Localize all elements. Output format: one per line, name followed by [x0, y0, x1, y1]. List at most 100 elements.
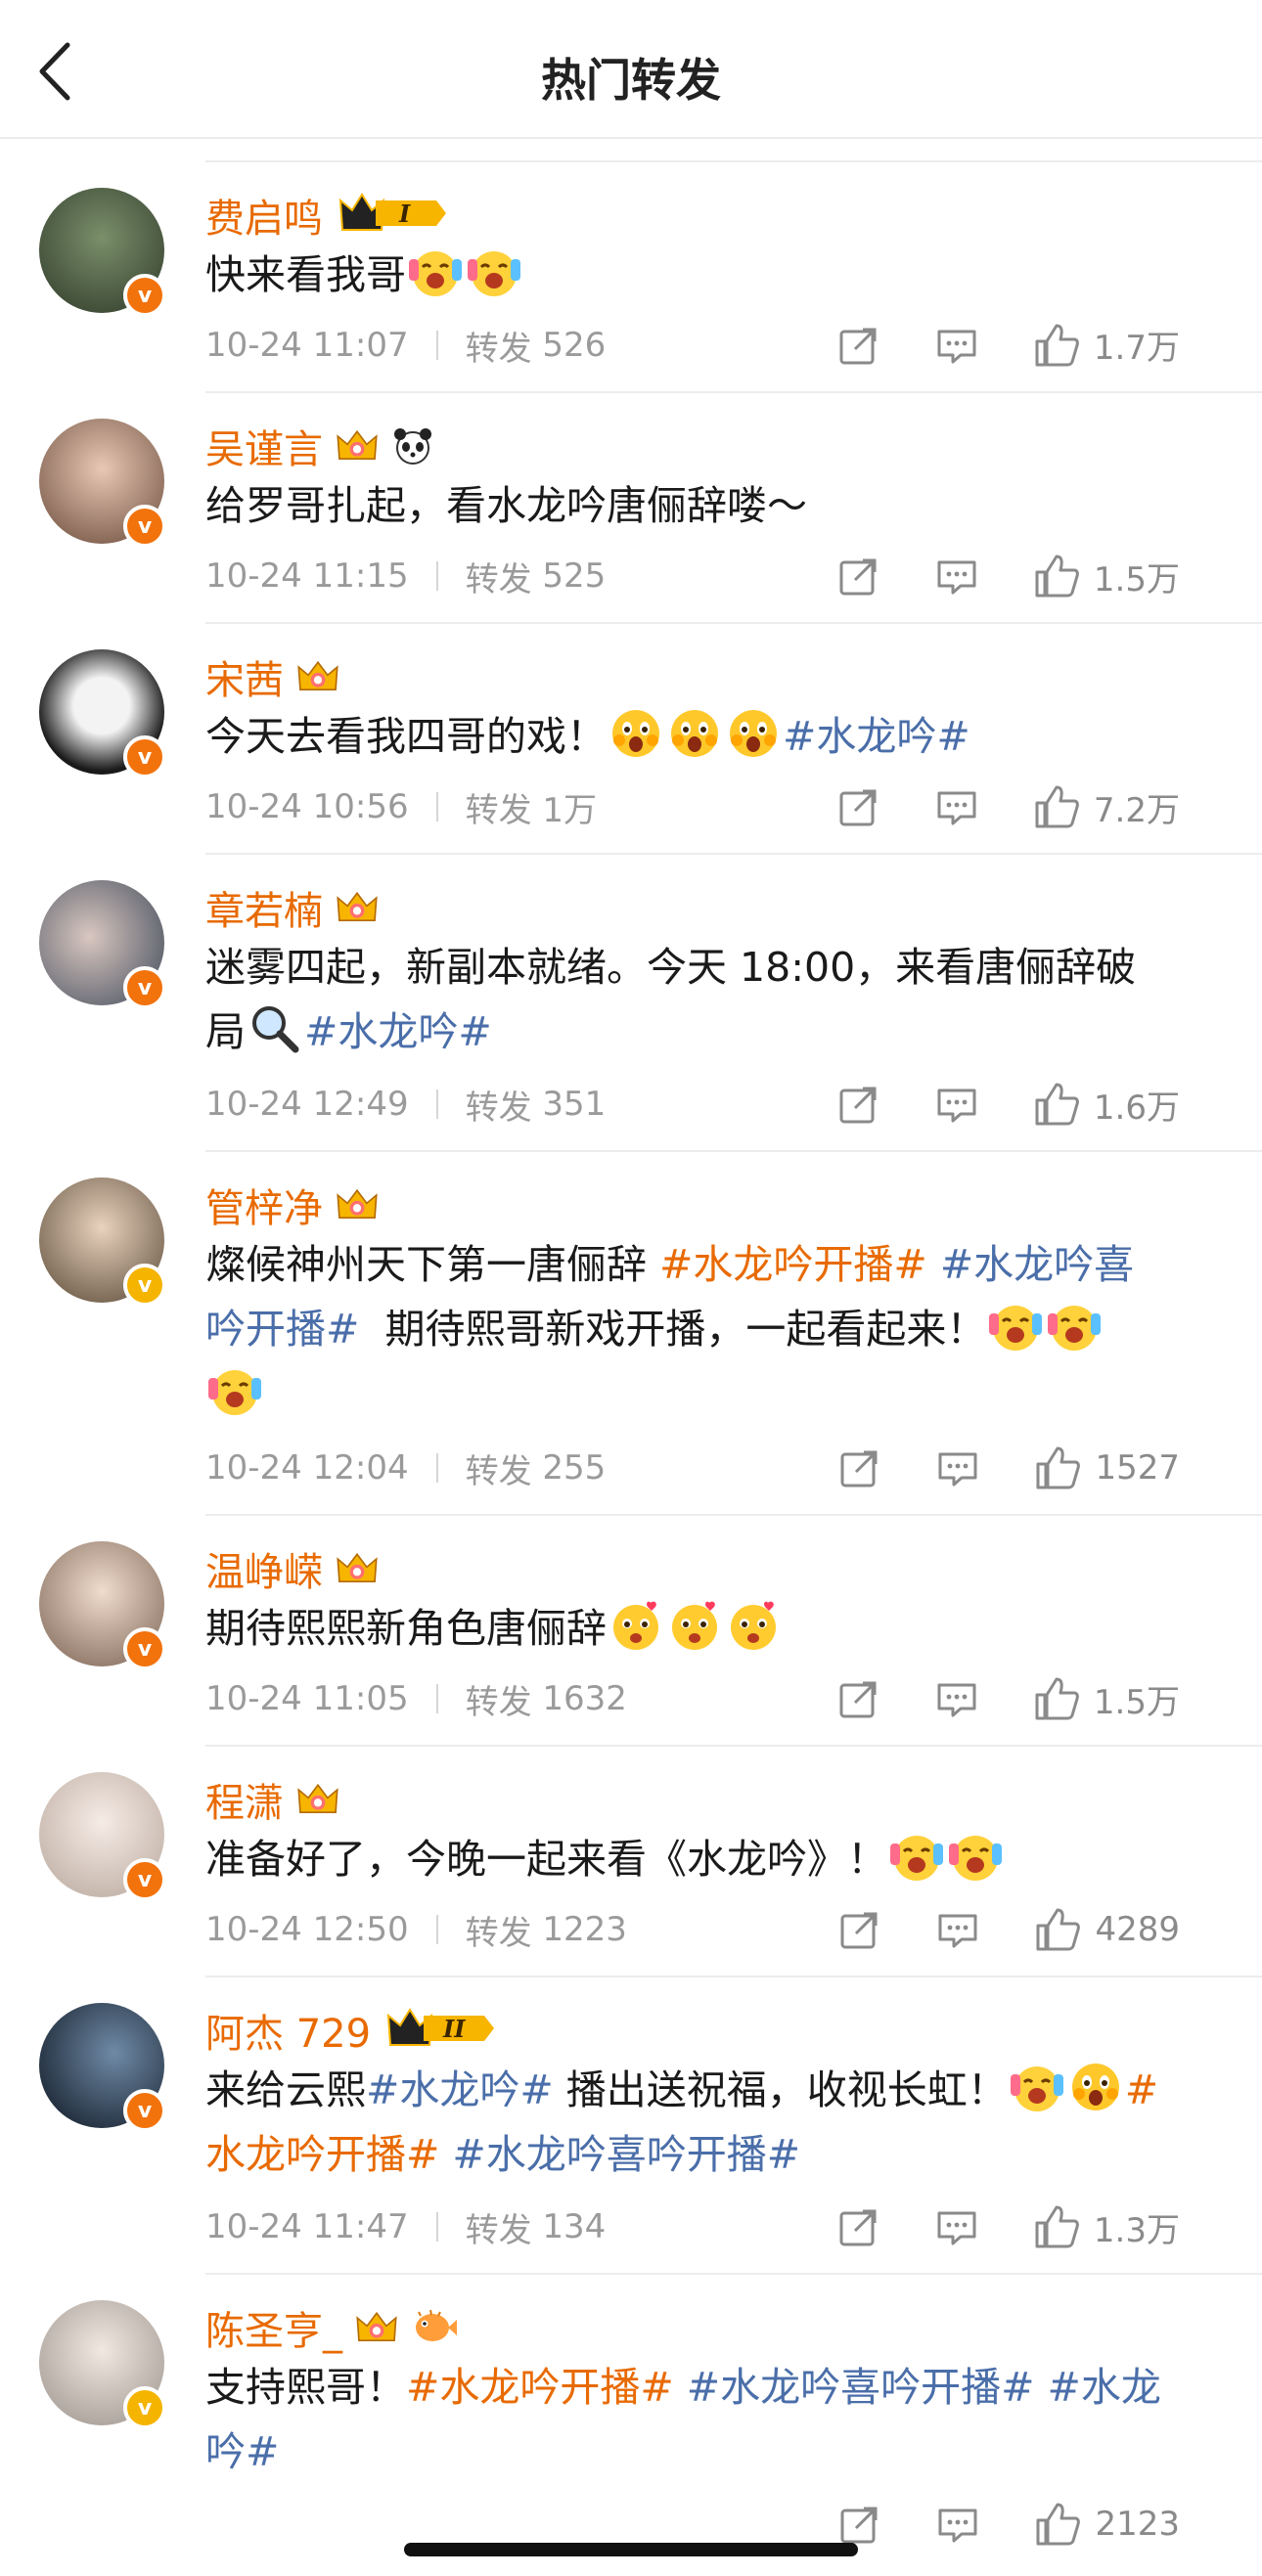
share-button[interactable] — [838, 1908, 881, 1951]
user-name[interactable]: 陈圣亨_ — [205, 2299, 342, 2356]
user-name[interactable]: 吴谨言 — [205, 418, 323, 474]
share-button[interactable] — [837, 2205, 880, 2248]
topic-link[interactable]: # — [1125, 2066, 1158, 2113]
topic-link[interactable]: #水龙吟开播# — [406, 2364, 674, 2411]
timestamp: 10-24 12:04 — [205, 1448, 409, 1488]
user-name[interactable]: 宋茜 — [205, 648, 284, 705]
crown-badge-icon — [335, 1185, 380, 1224]
emoji-icon — [949, 1830, 1002, 1883]
like-button[interactable]: 1.5万 — [1033, 553, 1180, 600]
topic-link[interactable]: #水龙 — [1048, 2364, 1161, 2411]
topic-link[interactable]: #水龙吟喜 — [940, 1241, 1134, 1288]
share-icon — [837, 2205, 880, 2248]
post-text-content: 准备好了，今晚一起来看《水龙吟》！ — [205, 1836, 887, 1883]
repost-label: 转发 — [465, 1913, 532, 1953]
comment-button[interactable] — [935, 2205, 978, 2248]
avatar[interactable]: v — [39, 1772, 166, 1901]
emoji-icon — [727, 707, 780, 760]
emoji-icon — [609, 707, 662, 760]
user-name[interactable]: 阿杰 729 — [205, 2002, 371, 2059]
topic-link[interactable]: #水龙吟# — [304, 1008, 492, 1055]
comment-button[interactable] — [935, 785, 978, 828]
topic-link[interactable]: #水龙吟# — [783, 713, 970, 760]
user-name[interactable]: 费启鸣 — [205, 187, 323, 244]
like-button[interactable]: 4289 — [1034, 1906, 1180, 1953]
badge-level: II — [442, 2015, 466, 2043]
topic-link[interactable]: #水龙吟喜吟开播# — [452, 2131, 800, 2178]
comment-button[interactable] — [936, 1446, 979, 1489]
divider — [205, 1976, 1262, 1977]
post-text: 期待熙熙新角色唐俪辞 — [205, 1596, 1213, 1661]
like-button[interactable]: 7.2万 — [1033, 783, 1180, 831]
repost-label: 转发 — [465, 790, 532, 830]
share-button[interactable] — [837, 1083, 880, 1126]
like-count: 2123 — [1095, 2505, 1180, 2544]
avatar[interactable]: v — [39, 649, 166, 778]
home-indicator[interactable] — [404, 2543, 858, 2556]
share-button[interactable] — [837, 555, 880, 598]
repost-count: 1632 — [542, 1679, 627, 1718]
page-title: 热门转发 — [541, 54, 721, 107]
share-button[interactable] — [838, 1446, 881, 1489]
divider — [435, 1453, 438, 1483]
post-text-content: 播出送祝福，收视长虹！ — [565, 2066, 1008, 2113]
crown-badge-icon — [354, 2308, 399, 2347]
user-name[interactable]: 管梓净 — [205, 1177, 323, 1233]
like-button[interactable]: 2123 — [1034, 2501, 1180, 2548]
avatar[interactable]: v — [39, 1177, 166, 1307]
like-count: 1.6万 — [1093, 1088, 1180, 1128]
share-button[interactable] — [838, 2503, 881, 2546]
top-nav-bar: 热门转发 — [0, 0, 1262, 139]
post-text-content: 期待熙哥新戏开播，一起看起来！ — [384, 1306, 987, 1353]
divider — [435, 561, 438, 591]
like-button[interactable]: 1.3万 — [1033, 2203, 1180, 2251]
comment-button[interactable] — [936, 2503, 979, 2546]
repost-count: 255 — [542, 1448, 607, 1488]
comment-button[interactable] — [935, 324, 978, 367]
topic-link[interactable]: #水龙吟喜吟开播# — [687, 2364, 1035, 2411]
divider — [205, 2273, 1262, 2275]
emoji-icon — [1048, 1300, 1101, 1353]
topic-link[interactable]: #水龙吟# — [366, 2066, 554, 2113]
comment-button[interactable] — [935, 555, 978, 598]
avatar[interactable]: v — [39, 2300, 166, 2429]
post-text: 准备好了，今晚一起来看《水龙吟》！ — [205, 1827, 1213, 1891]
like-button[interactable]: 1527 — [1034, 1444, 1180, 1491]
emoji-icon — [890, 1830, 943, 1883]
comment-icon — [936, 1908, 979, 1951]
topic-link[interactable]: 水龙吟开播# — [205, 2131, 439, 2178]
like-button[interactable]: 1.5万 — [1033, 1675, 1180, 1723]
timestamp: 10-24 12:49 — [205, 1085, 409, 1124]
topic-link[interactable]: 吟# — [205, 2428, 279, 2475]
comment-button[interactable] — [935, 1677, 978, 1720]
comment-icon — [935, 324, 978, 367]
comment-button[interactable] — [935, 1083, 978, 1126]
avatar[interactable]: v — [39, 188, 166, 317]
timestamp: 10-24 10:56 — [205, 787, 409, 826]
share-icon — [837, 1677, 880, 1720]
like-button[interactable]: 1.6万 — [1033, 1081, 1180, 1129]
comment-button[interactable] — [936, 1908, 979, 1951]
like-button[interactable]: 1.7万 — [1033, 321, 1180, 369]
avatar[interactable]: v — [39, 2003, 166, 2132]
topic-link[interactable]: #水龙吟开播# — [659, 1241, 927, 1288]
timestamp: 10-24 12:50 — [205, 1910, 409, 1949]
comment-icon — [935, 555, 978, 598]
share-button[interactable] — [837, 1677, 880, 1720]
divider — [435, 2212, 438, 2242]
avatar[interactable]: v — [39, 419, 166, 548]
avatar[interactable]: v — [39, 880, 166, 1009]
topic-link[interactable]: 吟开播# — [205, 1306, 359, 1353]
repost-count: 1223 — [542, 1910, 627, 1949]
comment-icon — [935, 1677, 978, 1720]
like-icon — [1033, 322, 1080, 369]
panda-icon — [394, 428, 431, 465]
share-button[interactable] — [837, 785, 880, 828]
user-name[interactable]: 章若楠 — [205, 879, 323, 936]
member-level-badge-icon: I — [335, 191, 450, 240]
user-name[interactable]: 温峥嵘 — [205, 1540, 323, 1597]
share-button[interactable] — [837, 324, 880, 367]
user-name[interactable]: 程潇 — [205, 1771, 284, 1828]
avatar[interactable]: v — [39, 1541, 166, 1670]
verified-badge-icon: v — [123, 1264, 166, 1307]
